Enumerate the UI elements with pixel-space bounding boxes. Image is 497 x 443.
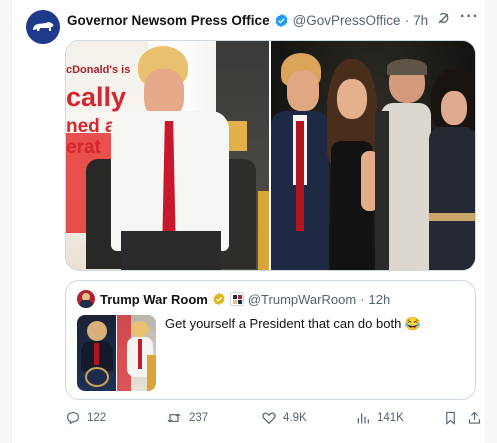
views-button[interactable]: 141K [355,410,404,426]
tweet-card[interactable]: Governor Newsom Press Office @GovPressOf… [11,0,486,443]
quoted-separator-dot: · [360,291,365,307]
sign-line-2: cally [66,82,127,112]
repost-icon [167,413,181,423]
views-icon [357,413,369,424]
post-time[interactable]: 7h [413,13,428,28]
share-button[interactable] [467,410,488,426]
quoted-media-image-2 [117,315,156,391]
sign-line-1: cDonald's is [66,64,131,76]
quoted-author-name[interactable]: Trump War Room [100,292,208,307]
bookmark-button[interactable] [443,410,464,426]
bookmark-icon [446,411,455,425]
separator-dot: · [404,12,410,28]
author-avatar[interactable] [26,10,60,44]
share-icon [468,411,481,424]
quoted-post-time[interactable]: 12h [369,292,391,307]
repost-button[interactable]: 237 [165,410,208,426]
quoted-tweet[interactable]: Trump War Room @TrumpWarRoom · 12h Get y… [65,280,476,400]
views-count: 141K [377,412,404,424]
quoted-author-handle[interactable]: @TrumpWarRoom [248,292,356,307]
repost-count: 237 [189,412,209,424]
action-bar: 122 237 4.9K 141K [65,410,481,430]
media-image-1[interactable]: cDonald's is cally ned a erat [66,41,269,270]
quoted-tweet-header: Trump War Room @TrumpWarRoom · 12h [77,290,390,308]
bear-flag-icon [33,22,54,31]
media-image-2[interactable] [271,41,475,270]
grok-icon[interactable] [436,11,451,31]
reply-count: 122 [87,412,107,424]
tweet-header: Governor Newsom Press Office @GovPressOf… [67,10,428,30]
reply-icon [67,412,79,425]
gold-verified-badge-icon [212,292,226,306]
tweet-media[interactable]: cDonald's is cally ned a erat [65,40,476,271]
verified-badge-icon [274,13,289,28]
reply-button[interactable]: 122 [65,410,106,426]
quoted-media[interactable] [77,315,156,391]
quoted-tweet-text: Get yourself a President that can do bot… [165,316,422,331]
author-handle[interactable]: @GovPressOffice [293,13,401,28]
affiliate-badge-icon[interactable] [229,292,244,306]
quoted-author-avatar[interactable] [77,290,95,308]
author-name[interactable]: Governor Newsom Press Office [67,13,270,28]
like-icon [262,412,276,425]
quoted-media-image-1 [77,315,116,391]
like-button[interactable]: 4.9K [261,410,307,426]
like-count: 4.9K [283,412,307,424]
more-icon[interactable]: ··· [460,8,479,26]
